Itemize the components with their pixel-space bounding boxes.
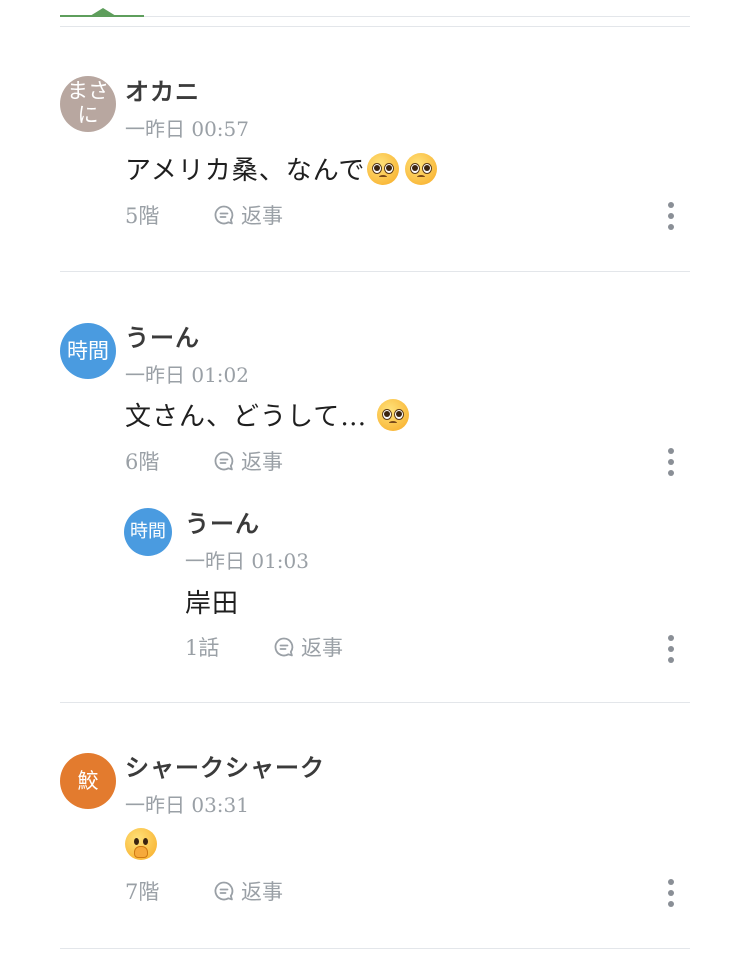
comment-divider: [60, 702, 690, 703]
more-options-icon[interactable]: [667, 202, 675, 230]
reply-label: 返事: [301, 636, 343, 660]
comment-bubble-icon: [214, 451, 234, 471]
reply-button[interactable]: 返事: [273, 632, 343, 662]
pleading-face-icon: [405, 152, 438, 185]
reply-floor-number: 1話: [185, 636, 220, 660]
reply-author-name[interactable]: うーん: [185, 504, 260, 539]
avatar-text-line: に: [77, 103, 99, 127]
face-with-hand-over-mouth-icon: [125, 828, 157, 860]
avatar[interactable]: 時間: [124, 508, 172, 556]
reply-text: 岸田: [185, 589, 240, 619]
tab-underline: [60, 16, 690, 17]
comment-floor-number: 5階: [125, 204, 160, 228]
reply-button[interactable]: 返事: [213, 876, 283, 906]
comment-timestamp: 一昨日 01:02: [125, 363, 249, 387]
pleading-face-icon: [367, 152, 400, 185]
reply-label: 返事: [241, 204, 283, 228]
comment-timestamp: 一昨日 00:57: [125, 117, 249, 141]
avatar[interactable]: 鮫: [60, 753, 116, 809]
more-options-icon[interactable]: [667, 879, 675, 907]
comment-body: [125, 828, 157, 860]
comment-timestamp: 一昨日 03:31: [125, 793, 249, 817]
avatar-text: 時間: [130, 520, 166, 542]
pleading-face-icon: [377, 398, 410, 431]
comment-body: 文さん、どうして…: [125, 396, 410, 433]
reply-body: 岸田: [185, 583, 239, 620]
comment-text: 文さん、どうして…: [125, 402, 368, 432]
comment-body: アメリカ桑、なんで: [125, 150, 438, 187]
reply-timestamp: 一昨日 01:03: [185, 549, 309, 573]
reply-button[interactable]: 返事: [213, 446, 283, 476]
tab-indicator-bar: [60, 0, 690, 30]
comment-text: アメリカ桑、なんで: [125, 156, 366, 186]
more-options-icon[interactable]: [667, 635, 675, 663]
more-options-icon[interactable]: [667, 448, 675, 476]
active-tab-caret-icon: [90, 8, 116, 16]
avatar-text: 時間: [67, 338, 109, 363]
comment-bubble-icon: [214, 205, 234, 225]
comment-author-name[interactable]: うーん: [125, 318, 200, 353]
tab-divider: [60, 26, 690, 27]
avatar-text-line: まさ: [67, 79, 109, 104]
comment-divider: [60, 271, 690, 272]
comment-floor-number: 6階: [125, 450, 160, 474]
comment-author-name[interactable]: シャークシャーク: [125, 748, 325, 783]
comment-divider: [60, 948, 690, 949]
avatar[interactable]: まさ に: [60, 76, 116, 132]
reply-label: 返事: [241, 450, 283, 474]
comment-bubble-icon: [274, 637, 294, 657]
reply-label: 返事: [241, 880, 283, 904]
reply-button[interactable]: 返事: [213, 200, 283, 230]
avatar[interactable]: 時間: [60, 323, 116, 379]
comment-floor-number: 7階: [125, 880, 160, 904]
avatar-text: 鮫: [77, 768, 99, 793]
comment-bubble-icon: [214, 881, 234, 901]
comment-author-name[interactable]: オカニ: [125, 72, 200, 107]
